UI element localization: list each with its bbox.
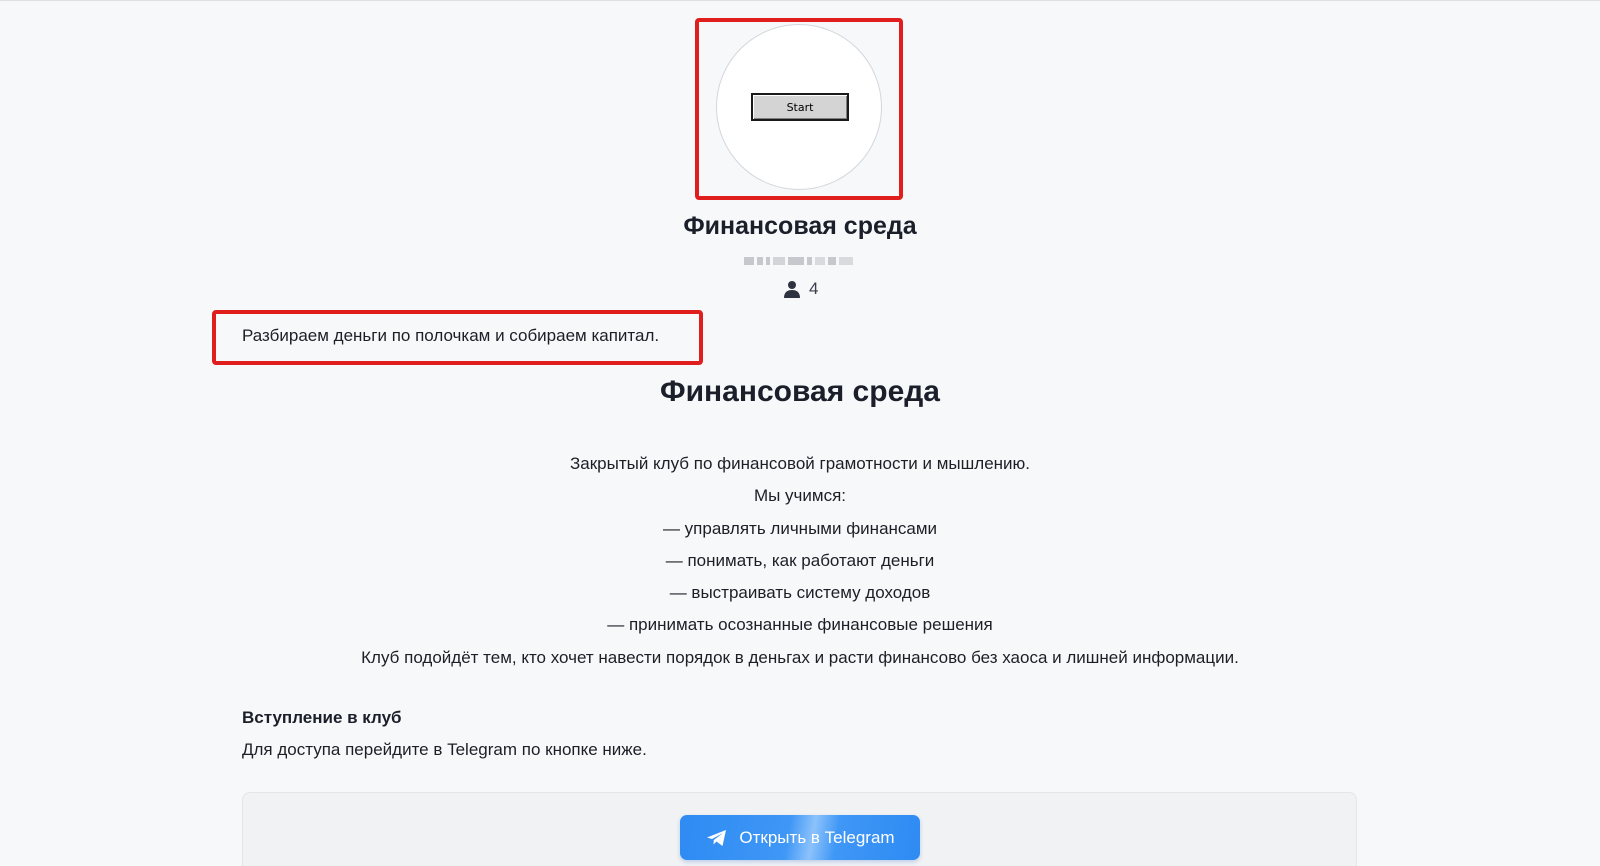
open-telegram-label: Открыть в Telegram <box>739 827 895 847</box>
description-line: — принимать осознанные финансовые решени… <box>607 615 993 635</box>
page: Start Финансовая среда 4 Разбираем деньг… <box>0 0 1600 866</box>
members-count-value: 4 <box>809 279 819 298</box>
telegram-icon <box>707 829 727 846</box>
members-count: 4 <box>783 279 818 299</box>
description-line: Мы учимся: <box>753 486 847 506</box>
description-heading: Финансовая среда <box>660 375 940 408</box>
description-text: Закрытый клуб по финансовой грамотности … <box>0 448 1600 674</box>
obscured-handle <box>744 254 856 268</box>
top-divider <box>0 0 1600 1</box>
person-icon <box>784 281 800 298</box>
description-line: — выстраивать систему доходов <box>669 583 931 603</box>
join-title: Вступление в клуб <box>242 708 402 727</box>
description-line: — понимать, как работают деньги <box>665 550 935 570</box>
open-telegram-button[interactable]: Открыть в Telegram <box>680 815 920 860</box>
tagline-highlight-box <box>212 310 703 365</box>
avatar-highlight-box <box>695 18 903 200</box>
description-line: Клуб подойдёт тем, кто хочет навести пор… <box>361 647 1239 667</box>
join-text: Для доступа перейдите в Telegram по кноп… <box>242 740 647 759</box>
description-line: Закрытый клуб по финансовой грамотности … <box>569 454 1031 473</box>
description-line: — управлять личными финансами <box>662 518 938 538</box>
club-title: Финансовая среда <box>683 212 917 240</box>
